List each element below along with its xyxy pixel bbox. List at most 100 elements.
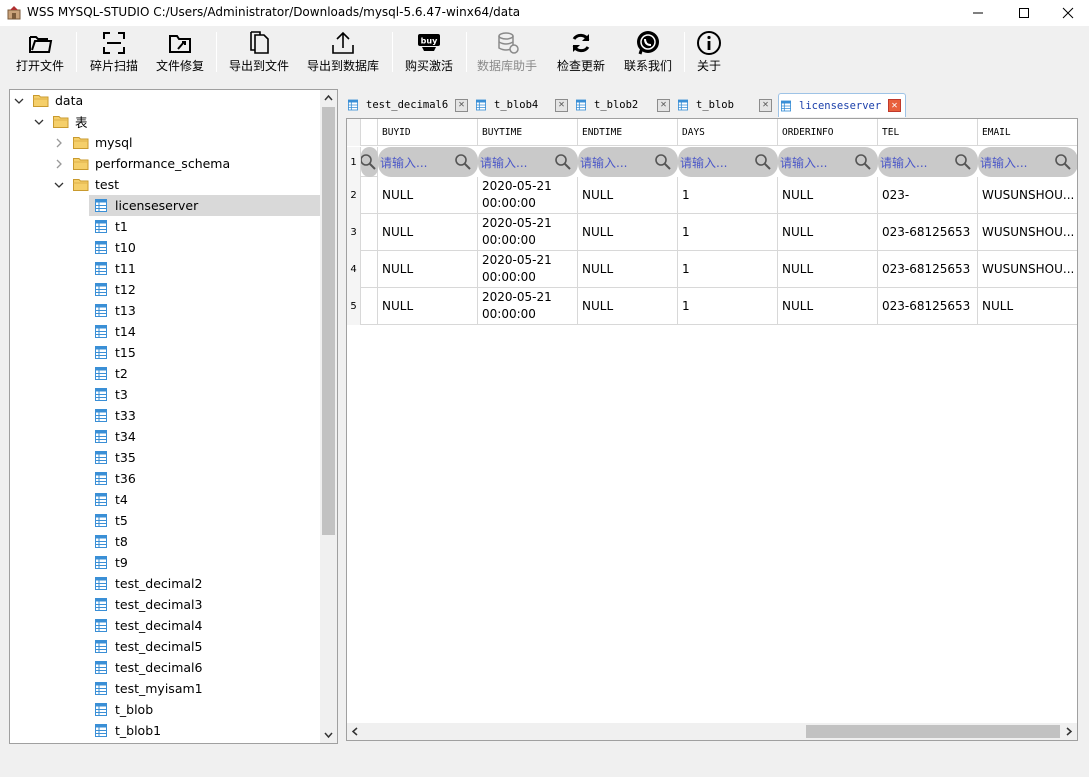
- tree-node-table-t34[interactable]: t34: [89, 426, 136, 447]
- tree-node-table-licenseserver[interactable]: licenseserver: [89, 195, 320, 216]
- row-number[interactable]: 3: [347, 214, 361, 251]
- tab-close-button[interactable]: ✕: [657, 98, 670, 112]
- data-grid[interactable]: BUYID BUYTIME ENDTIME DAYS ORDERINFO TEL EMAIL…: [346, 118, 1078, 741]
- tab-close-button[interactable]: ✕: [555, 98, 568, 112]
- tree-scroll-thumb[interactable]: [322, 107, 335, 535]
- tree-node-table-t14[interactable]: t14: [89, 321, 136, 342]
- search-icon[interactable]: [654, 153, 672, 171]
- table-cell[interactable]: WUSUNSHOU...: [978, 214, 1077, 251]
- db-assistant-button[interactable]: 数据库助手: [474, 30, 540, 74]
- tree-node-db-mysql[interactable]: mysql: [53, 132, 133, 153]
- tab-licenseserver[interactable]: licenseserver ✕: [778, 93, 906, 117]
- table-cell[interactable]: 1: [678, 177, 778, 214]
- chevron-right-icon[interactable]: [54, 159, 64, 169]
- tree-node-tables[interactable]: 表: [33, 111, 88, 132]
- table-cell[interactable]: 2020-05-21 00:00:00: [478, 177, 578, 214]
- tree-node-table-test_decimal6[interactable]: test_decimal6: [89, 657, 203, 678]
- tab-close-button[interactable]: ✕: [759, 98, 772, 112]
- column-header-buytime[interactable]: BUYTIME: [478, 119, 578, 146]
- tree-node-table-t13[interactable]: t13: [89, 300, 136, 321]
- chevron-right-icon[interactable]: [54, 138, 64, 148]
- tree-node-db-performance_schema[interactable]: performance_schema: [53, 153, 230, 174]
- export-file-button[interactable]: 导出到文件: [226, 30, 292, 74]
- filter-input-endtime[interactable]: 请输入...: [578, 147, 678, 177]
- tree-node-table-t15[interactable]: t15: [89, 342, 136, 363]
- tree-node-data[interactable]: data: [13, 90, 83, 111]
- grid-horizontal-scrollbar[interactable]: [347, 723, 1077, 740]
- table-cell[interactable]: WUSUNSHOU...: [978, 251, 1077, 288]
- export-db-button[interactable]: 导出到数据库: [304, 30, 382, 74]
- fragment-scan-button[interactable]: 碎片扫描: [86, 30, 142, 74]
- column-header-orderinfo[interactable]: ORDERINFO: [778, 119, 878, 146]
- search-icon[interactable]: [1054, 153, 1072, 171]
- table-cell[interactable]: NULL: [578, 214, 678, 251]
- tree-node-table-test_decimal3[interactable]: test_decimal3: [89, 594, 203, 615]
- table-cell[interactable]: NULL: [378, 251, 478, 288]
- table-cell[interactable]: WUSUNSHOU...: [978, 177, 1077, 214]
- row-number[interactable]: 2: [347, 177, 361, 214]
- tab-t_blob4[interactable]: t_blob4 ✕: [474, 93, 572, 117]
- search-icon[interactable]: [954, 153, 972, 171]
- filter-input-tel[interactable]: 请输入...: [878, 147, 978, 177]
- tree-node-table-t10[interactable]: t10: [89, 237, 136, 258]
- tree-node-table-t_blob[interactable]: t_blob: [89, 699, 153, 720]
- row-number[interactable]: 4: [347, 251, 361, 288]
- table-cell[interactable]: NULL: [578, 177, 678, 214]
- maximize-button[interactable]: [1001, 0, 1047, 26]
- table-cell[interactable]: 2020-05-21 00:00:00: [478, 288, 578, 325]
- tree-node-table-t35[interactable]: t35: [89, 447, 136, 468]
- buy-activate-button[interactable]: buy 购买激活: [401, 30, 457, 74]
- tree-node-table-t5[interactable]: t5: [89, 510, 128, 531]
- tree-node-table-t_blob1[interactable]: t_blob1: [89, 720, 161, 741]
- search-icon[interactable]: [554, 153, 572, 171]
- filter-input-email[interactable]: 请输入...: [978, 147, 1077, 177]
- table-cell[interactable]: 2020-05-21 00:00:00: [478, 251, 578, 288]
- tree-node-table-t2[interactable]: t2: [89, 363, 128, 384]
- tab-close-button[interactable]: ✕: [888, 99, 901, 112]
- tree-node-table-t8[interactable]: t8: [89, 531, 128, 552]
- row-selector[interactable]: [361, 288, 378, 325]
- close-button[interactable]: [1045, 0, 1089, 26]
- file-repair-button[interactable]: 文件修复: [152, 30, 208, 74]
- tab-t_blob2[interactable]: t_blob2 ✕: [574, 93, 674, 117]
- filter-input-days[interactable]: 请输入...: [678, 147, 778, 177]
- scroll-down-icon[interactable]: [324, 731, 333, 739]
- row-selector[interactable]: [361, 251, 378, 288]
- scroll-left-icon[interactable]: [351, 727, 359, 736]
- row-selector[interactable]: [361, 177, 378, 214]
- table-cell[interactable]: 023-68125653: [878, 214, 978, 251]
- minimize-button[interactable]: [955, 0, 1001, 26]
- tab-close-button[interactable]: ✕: [455, 98, 468, 112]
- tree-node-table-test_decimal5[interactable]: test_decimal5: [89, 636, 203, 657]
- scroll-right-icon[interactable]: [1065, 727, 1073, 736]
- table-cell[interactable]: 023-: [878, 177, 978, 214]
- row-number[interactable]: 1: [347, 147, 361, 177]
- filter-input-buytime[interactable]: 请输入...: [478, 147, 578, 177]
- column-header-endtime[interactable]: ENDTIME: [578, 119, 678, 146]
- grid-scroll-thumb[interactable]: [806, 725, 1060, 738]
- table-cell[interactable]: NULL: [778, 288, 878, 325]
- table-cell[interactable]: 023-68125653: [878, 251, 978, 288]
- open-file-button[interactable]: 打开文件: [12, 30, 68, 74]
- tree-node-table-test_myisam1[interactable]: test_myisam1: [89, 678, 203, 699]
- chevron-down-icon[interactable]: [54, 180, 64, 190]
- search-icon[interactable]: [854, 153, 872, 171]
- tree-node-table-t9[interactable]: t9: [89, 552, 128, 573]
- tab-test_decimal6[interactable]: test_decimal6 ✕: [346, 93, 472, 117]
- tree-node-table-test_decimal2[interactable]: test_decimal2: [89, 573, 203, 594]
- column-header-buyid[interactable]: BUYID: [378, 119, 478, 146]
- tree-node-table-t3[interactable]: t3: [89, 384, 128, 405]
- table-cell[interactable]: NULL: [378, 288, 478, 325]
- table-cell[interactable]: 2020-05-21 00:00:00: [478, 214, 578, 251]
- search-icon[interactable]: [454, 153, 472, 171]
- chevron-down-icon[interactable]: [34, 117, 44, 127]
- table-cell[interactable]: NULL: [978, 288, 1077, 325]
- table-cell[interactable]: NULL: [378, 214, 478, 251]
- tree-node-table-t36[interactable]: t36: [89, 468, 136, 489]
- table-cell[interactable]: NULL: [578, 251, 678, 288]
- tree-node-table-test_decimal4[interactable]: test_decimal4: [89, 615, 203, 636]
- table-cell[interactable]: NULL: [378, 177, 478, 214]
- scroll-up-icon[interactable]: [324, 94, 333, 102]
- filter-input-buyid[interactable]: 请输入...: [378, 147, 478, 177]
- tree-node-table-t4[interactable]: t4: [89, 489, 128, 510]
